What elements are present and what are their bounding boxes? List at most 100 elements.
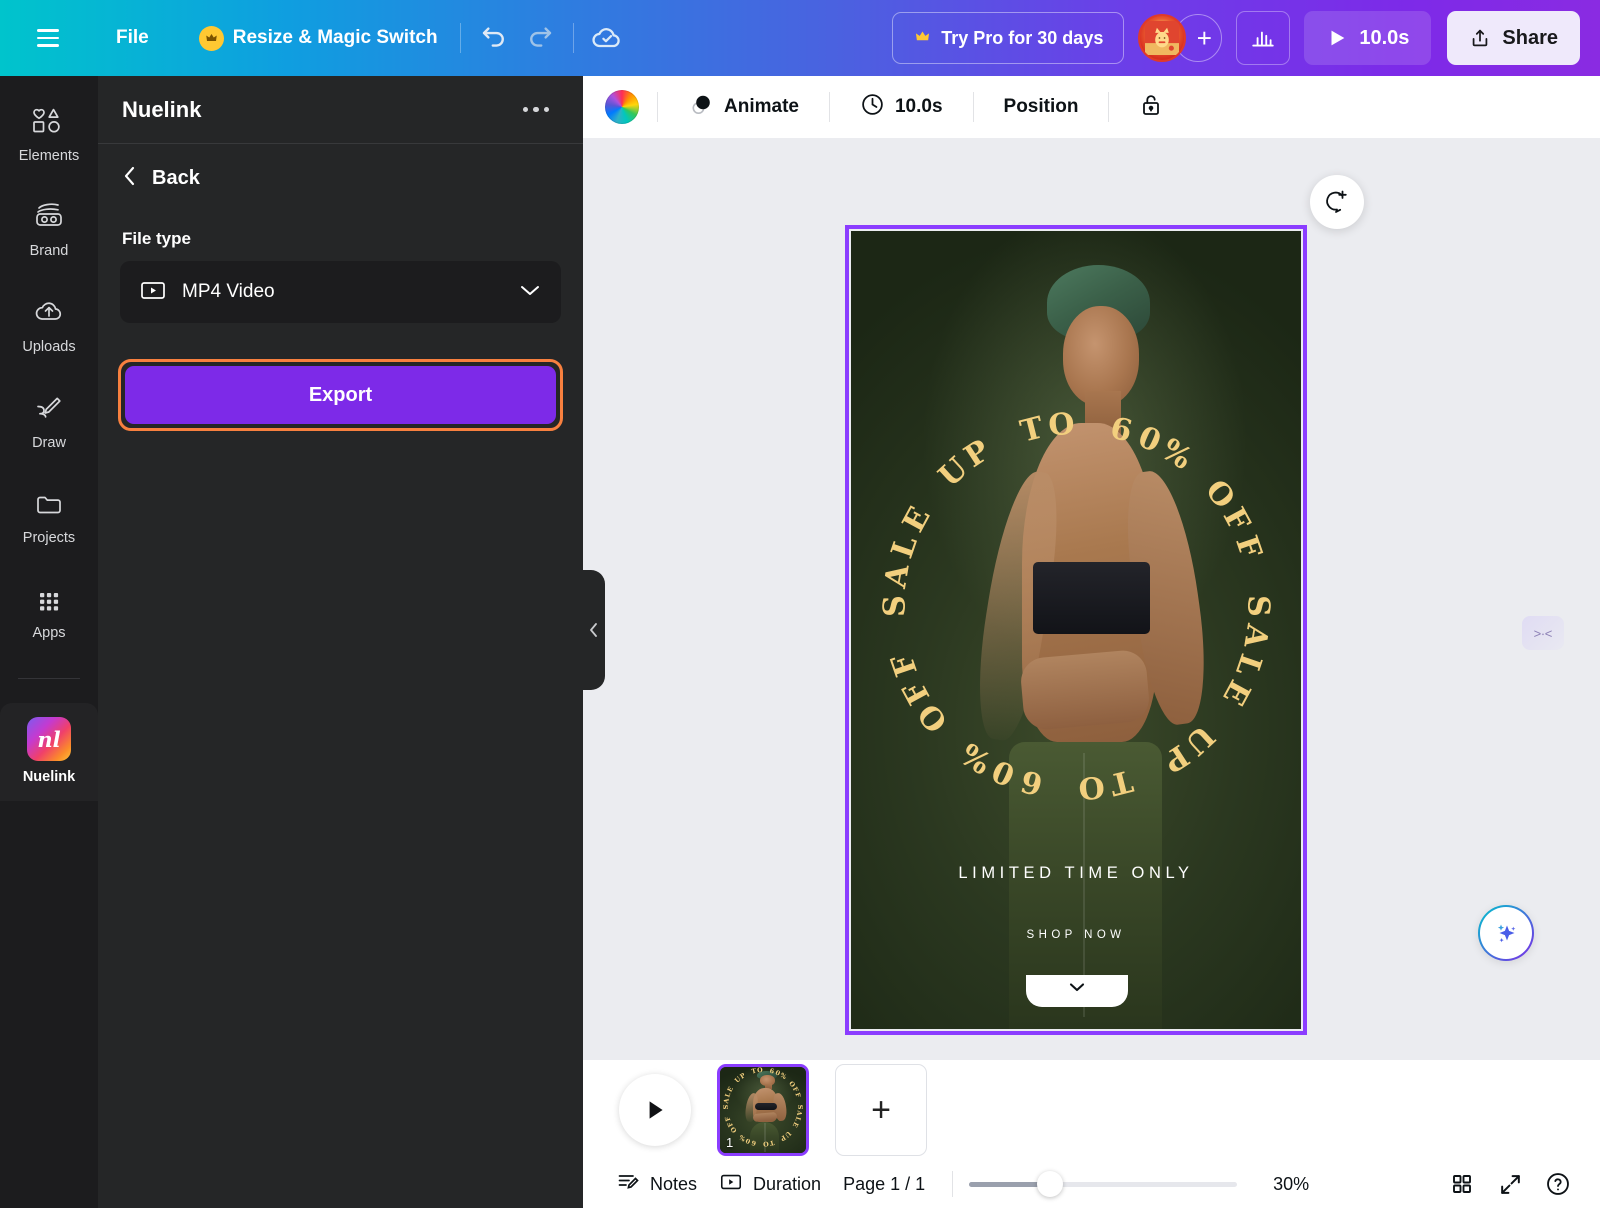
- divider: [459, 23, 461, 53]
- editor-area: Animate 10.0s Position S A L E U P T O 6…: [583, 76, 1600, 1208]
- duration-button[interactable]: Duration: [708, 1165, 832, 1204]
- sidebar-item-uploads[interactable]: Uploads: [6, 286, 92, 366]
- divider: [1108, 92, 1110, 122]
- nuelink-logo: nl: [27, 717, 71, 761]
- help-icon[interactable]: [1538, 1164, 1578, 1204]
- divider: [828, 92, 830, 122]
- sidebar-item-projects[interactable]: Projects: [6, 478, 92, 558]
- draw-pen-icon: [33, 393, 65, 428]
- apps-grid-icon: [35, 587, 63, 618]
- magic-sparkle-icon: [1497, 924, 1516, 943]
- page-number-badge: 1: [726, 1135, 734, 1150]
- brand-icon: [32, 201, 66, 236]
- elements-icon: [31, 104, 67, 141]
- analytics-button[interactable]: [1236, 11, 1291, 65]
- headline-text[interactable]: LIMITED TIME ONLY: [851, 864, 1301, 883]
- share-label: Share: [1502, 26, 1558, 49]
- share-button[interactable]: Share: [1447, 11, 1580, 65]
- notes-icon: [616, 1170, 640, 1199]
- more-options-icon[interactable]: [513, 97, 560, 123]
- sidebar-item-label: Nuelink: [22, 769, 76, 785]
- model-photo-subject: [851, 231, 1301, 1029]
- duration-icon: [719, 1172, 743, 1197]
- top-bar: File Resize & Magic Switch Try Pro for 3…: [0, 0, 1600, 76]
- chevron-down-icon: [519, 283, 541, 302]
- lock-button[interactable]: [1127, 84, 1175, 131]
- sidebar-item-brand[interactable]: Brand: [6, 190, 92, 270]
- file-type-value: MP4 Video: [182, 281, 275, 302]
- left-rail: Elements Brand Uploads Draw Projects App…: [0, 76, 98, 1208]
- zoom-slider-knob[interactable]: [1036, 1171, 1063, 1197]
- resize-label: Resize & Magic Switch: [232, 27, 438, 48]
- projects-folder-icon: [33, 490, 65, 523]
- divider: [972, 92, 974, 122]
- export-button[interactable]: Export: [125, 366, 556, 424]
- bottom-bar-actions: [1442, 1164, 1578, 1204]
- add-comment-button[interactable]: [1310, 175, 1364, 229]
- add-comment-icon: [1326, 190, 1347, 213]
- zoom-slider[interactable]: [969, 1171, 1238, 1197]
- position-label: Position: [1003, 96, 1079, 117]
- sidebar-item-elements[interactable]: Elements: [6, 94, 92, 174]
- hamburger-icon[interactable]: [26, 16, 70, 60]
- canvas-expand-handle[interactable]: [1026, 975, 1128, 1007]
- app-panel: Nuelink Back File type MP4 Video Export: [98, 76, 583, 1208]
- divider: [18, 678, 80, 679]
- file-type-select[interactable]: MP4 Video: [120, 261, 561, 323]
- edge-collapse-icon[interactable]: >∙<: [1522, 616, 1564, 650]
- position-button[interactable]: Position: [992, 88, 1091, 126]
- divider: [952, 1171, 954, 1197]
- add-page-button[interactable]: +: [835, 1064, 927, 1156]
- design-page[interactable]: SALE UP TO 6 0% OFF SALE UP TO 6 0% OFF LI…: [845, 225, 1307, 1035]
- redo-icon[interactable]: [517, 15, 563, 61]
- back-label: Back: [152, 167, 200, 189]
- animate-button[interactable]: Animate: [676, 84, 811, 131]
- page-indicator: Page 1 / 1: [843, 1173, 926, 1194]
- video-file-icon: [140, 280, 166, 305]
- back-button[interactable]: Back: [98, 144, 583, 199]
- file-type-label: File type: [122, 229, 191, 248]
- avatar[interactable]: [1138, 14, 1187, 62]
- undo-icon[interactable]: [471, 15, 517, 61]
- grid-view-icon[interactable]: [1442, 1164, 1482, 1204]
- notes-button[interactable]: Notes: [605, 1163, 708, 1206]
- zoom-value: 30%: [1273, 1173, 1310, 1194]
- sidebar-item-apps[interactable]: Apps: [6, 574, 92, 654]
- preview-play-button[interactable]: 10.0s: [1304, 11, 1432, 65]
- timing-button[interactable]: 10.0s: [848, 84, 955, 130]
- canvas-area[interactable]: SALE UP TO 6 0% OFF SALE UP TO 6 0% OFF LI…: [583, 138, 1600, 1060]
- clock-icon: [860, 92, 885, 122]
- file-menu-button[interactable]: File: [104, 19, 161, 57]
- panel-collapse-handle[interactable]: [583, 570, 605, 690]
- sidebar-item-nuelink[interactable]: nl Nuelink: [0, 703, 98, 801]
- export-highlight: Export: [118, 359, 563, 431]
- magic-assistant-button[interactable]: [1478, 905, 1534, 961]
- pages-strip: SALE UP TO 6 0% OFF SALE UP TO 6 0% OFF 1 …: [583, 1060, 1600, 1160]
- color-wheel-icon[interactable]: [605, 90, 639, 124]
- sidebar-item-draw[interactable]: Draw: [6, 382, 92, 462]
- try-pro-button[interactable]: Try Pro for 30 days: [892, 12, 1125, 64]
- panel-title: Nuelink: [122, 96, 202, 122]
- share-upload-icon: [1473, 29, 1488, 47]
- duration-label: Duration: [753, 1173, 822, 1194]
- bottom-bar: Notes Duration Page 1 / 1 30%: [583, 1160, 1600, 1208]
- cloud-saved-icon[interactable]: [584, 15, 630, 61]
- chevron-left-icon: [122, 164, 138, 193]
- divider: [657, 92, 658, 122]
- page-thumbnail[interactable]: SALE UP TO 6 0% OFF SALE UP TO 6 0% OFF 1: [717, 1064, 809, 1156]
- sidebar-item-label: Draw: [32, 435, 66, 451]
- resize-magic-switch-button[interactable]: Resize & Magic Switch: [187, 18, 450, 59]
- chevron-left-icon: [590, 623, 597, 637]
- crown-icon: [198, 25, 224, 51]
- divider: [572, 23, 574, 53]
- cta-text[interactable]: SHOP NOW: [851, 929, 1301, 941]
- chevron-down-icon: [1069, 983, 1085, 992]
- animate-label: Animate: [724, 96, 799, 117]
- sidebar-item-label: Brand: [29, 243, 69, 259]
- timeline-play-button[interactable]: [619, 1074, 691, 1146]
- context-toolbar: Animate 10.0s Position: [583, 76, 1600, 138]
- play-icon: [649, 1101, 663, 1119]
- fullscreen-icon[interactable]: [1490, 1164, 1530, 1204]
- sidebar-item-label: Uploads: [22, 339, 76, 355]
- crown-icon: [913, 29, 932, 47]
